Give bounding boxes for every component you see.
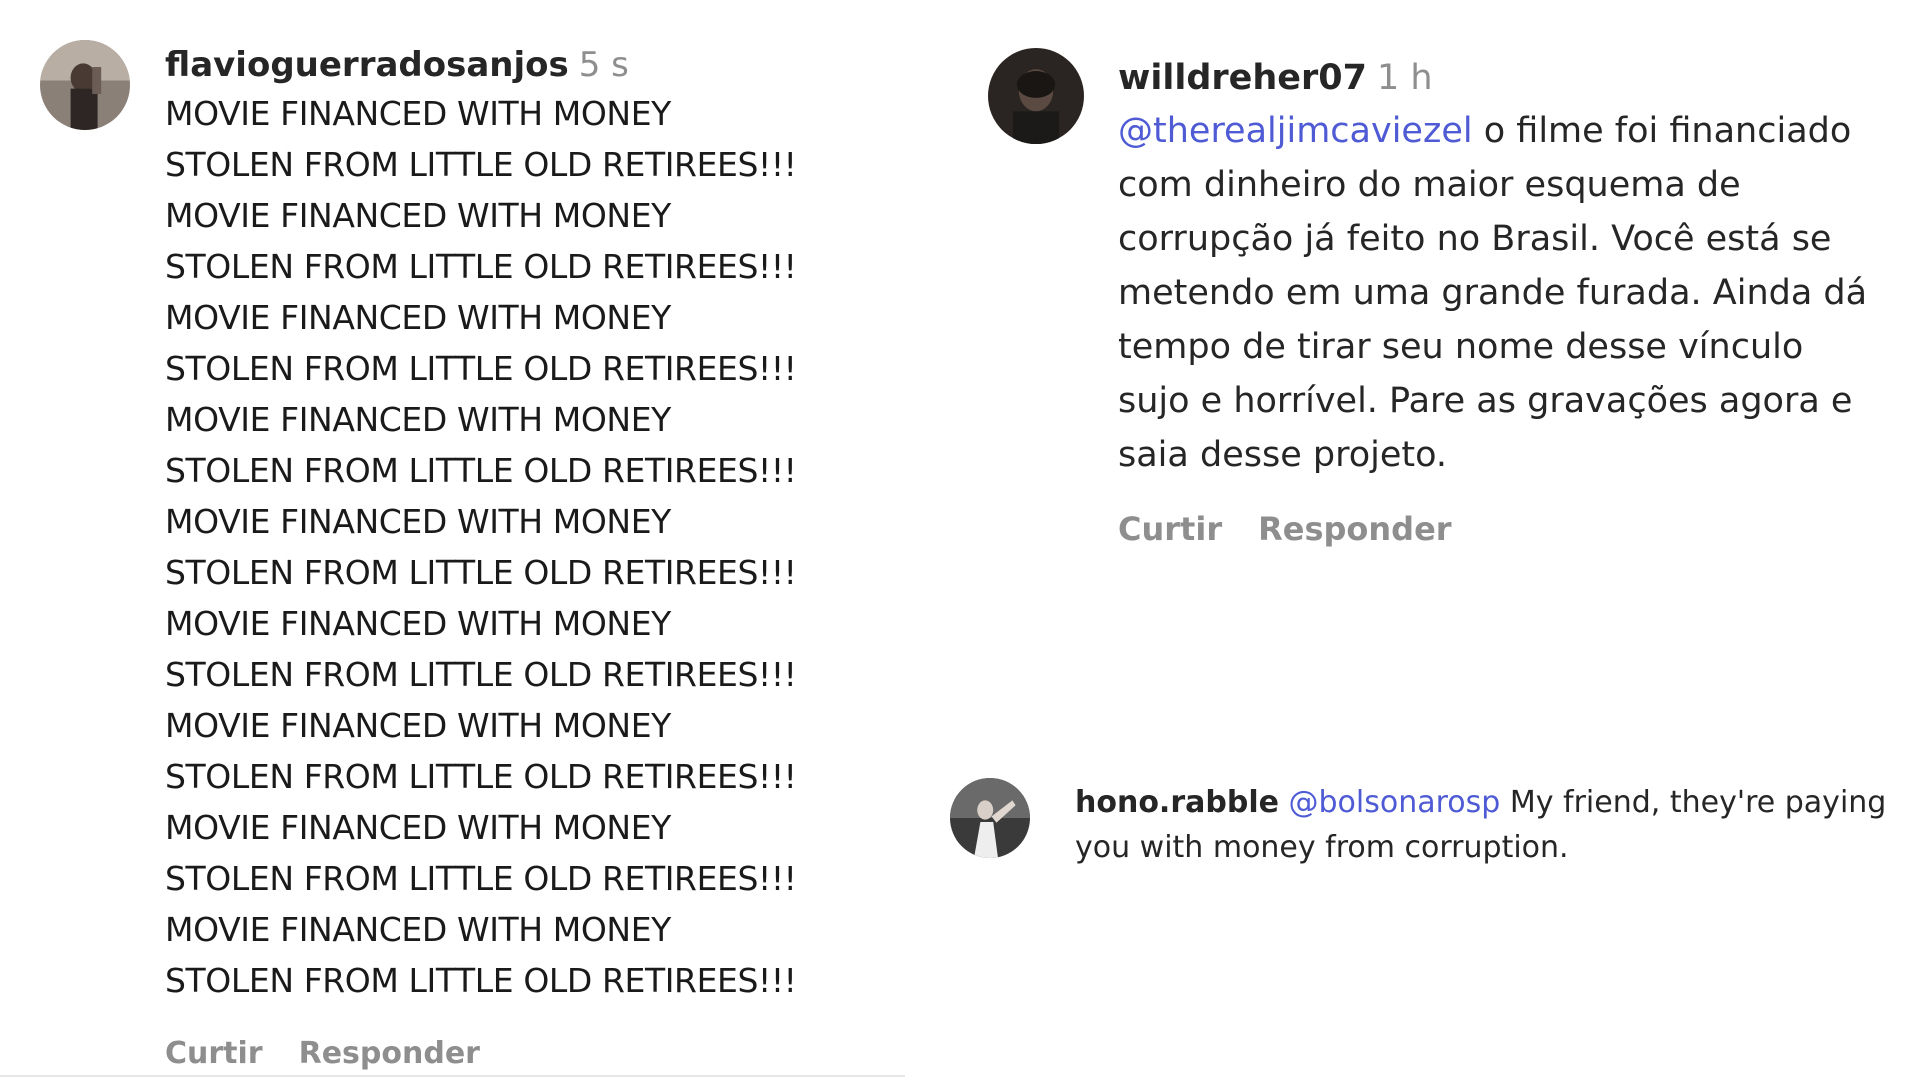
mention-link[interactable]: @bolsonarosp (1289, 785, 1501, 820)
comment-willdreher07: willdreher07 1 h @therealjimcaviezel o fi… (970, 0, 1920, 640)
comment-text: @therealjimcaviezel o filme foi financia… (1118, 104, 1878, 482)
reply-button[interactable]: Responder (299, 1036, 480, 1071)
user-avatar[interactable] (40, 40, 130, 130)
avatar-photo-icon (988, 48, 1084, 144)
avatar-photo-icon (950, 778, 1030, 858)
comment-text-content: o filme foi financiado com dinheiro do m… (1118, 111, 1868, 475)
comment-text-line: STOLEN FROM LITTLE OLD RETIREES!!! (165, 145, 797, 184)
comment-text-line: MOVIE FINANCED WITH MONEY (165, 94, 671, 133)
mention-link[interactable]: @therealjimcaviezel (1118, 111, 1473, 151)
comment-time: 1 h (1377, 58, 1433, 98)
comment-header: flavioguerradosanjos 5 s (165, 42, 905, 88)
user-avatar[interactable] (950, 778, 1030, 858)
comment-text-line: STOLEN FROM LITTLE OLD RETIREES!!! (165, 859, 797, 898)
avatar-photo-icon (40, 40, 130, 130)
comment-text-line: MOVIE FINANCED WITH MONEY (165, 706, 671, 745)
like-button[interactable]: Curtir (165, 1036, 263, 1071)
comment-text-line: MOVIE FINANCED WITH MONEY (165, 604, 671, 643)
user-avatar[interactable] (988, 48, 1084, 144)
comment-text-line: MOVIE FINANCED WITH MONEY (165, 808, 671, 847)
comment-text-line: STOLEN FROM LITTLE OLD RETIREES!!! (165, 451, 797, 490)
comment-time: 5 s (578, 45, 629, 85)
comment-body: flavioguerradosanjos 5 s MOVIE FINANCED W… (165, 42, 905, 1071)
reply-button[interactable]: Responder (1258, 510, 1451, 548)
username[interactable]: hono.rabble (1075, 785, 1279, 820)
comment-text-line: MOVIE FINANCED WITH MONEY (165, 196, 671, 235)
comment-actions: Curtir Responder (1118, 510, 1878, 548)
divider (0, 1075, 905, 1077)
comment-hono-rabble: hono.rabble @bolsonarosp My friend, they… (940, 770, 1920, 890)
comment-header: willdreher07 1 h (1118, 54, 1878, 102)
comment-text-line: STOLEN FROM LITTLE OLD RETIREES!!! (165, 961, 797, 1000)
comment-text-line: STOLEN FROM LITTLE OLD RETIREES!!! (165, 757, 797, 796)
comment-text-line: MOVIE FINANCED WITH MONEY (165, 298, 671, 337)
comment-text-line: STOLEN FROM LITTLE OLD RETIREES!!! (165, 655, 797, 694)
comment-text-line: STOLEN FROM LITTLE OLD RETIREES!!! (165, 247, 797, 286)
comment-text: MOVIE FINANCED WITH MONEY STOLEN FROM LIT… (165, 88, 905, 1006)
comment-body: hono.rabble @bolsonarosp My friend, they… (1075, 780, 1895, 870)
like-button[interactable]: Curtir (1118, 510, 1222, 548)
comment-text-line: MOVIE FINANCED WITH MONEY (165, 502, 671, 541)
comment-flavioguerradosanjos: flavioguerradosanjos 5 s MOVIE FINANCED W… (0, 0, 910, 1080)
username[interactable]: flavioguerradosanjos (165, 45, 569, 85)
comment-text-line: MOVIE FINANCED WITH MONEY (165, 910, 671, 949)
comments-screenshot: flavioguerradosanjos 5 s MOVIE FINANCED W… (0, 0, 1920, 1080)
comment-text-line: MOVIE FINANCED WITH MONEY (165, 400, 671, 439)
comment-text-line: STOLEN FROM LITTLE OLD RETIREES!!! (165, 553, 797, 592)
comment-text-line: STOLEN FROM LITTLE OLD RETIREES!!! (165, 349, 797, 388)
comment-actions: Curtir Responder (165, 1036, 905, 1071)
username[interactable]: willdreher07 (1118, 58, 1367, 98)
comment-body: willdreher07 1 h @therealjimcaviezel o fi… (1118, 54, 1878, 548)
